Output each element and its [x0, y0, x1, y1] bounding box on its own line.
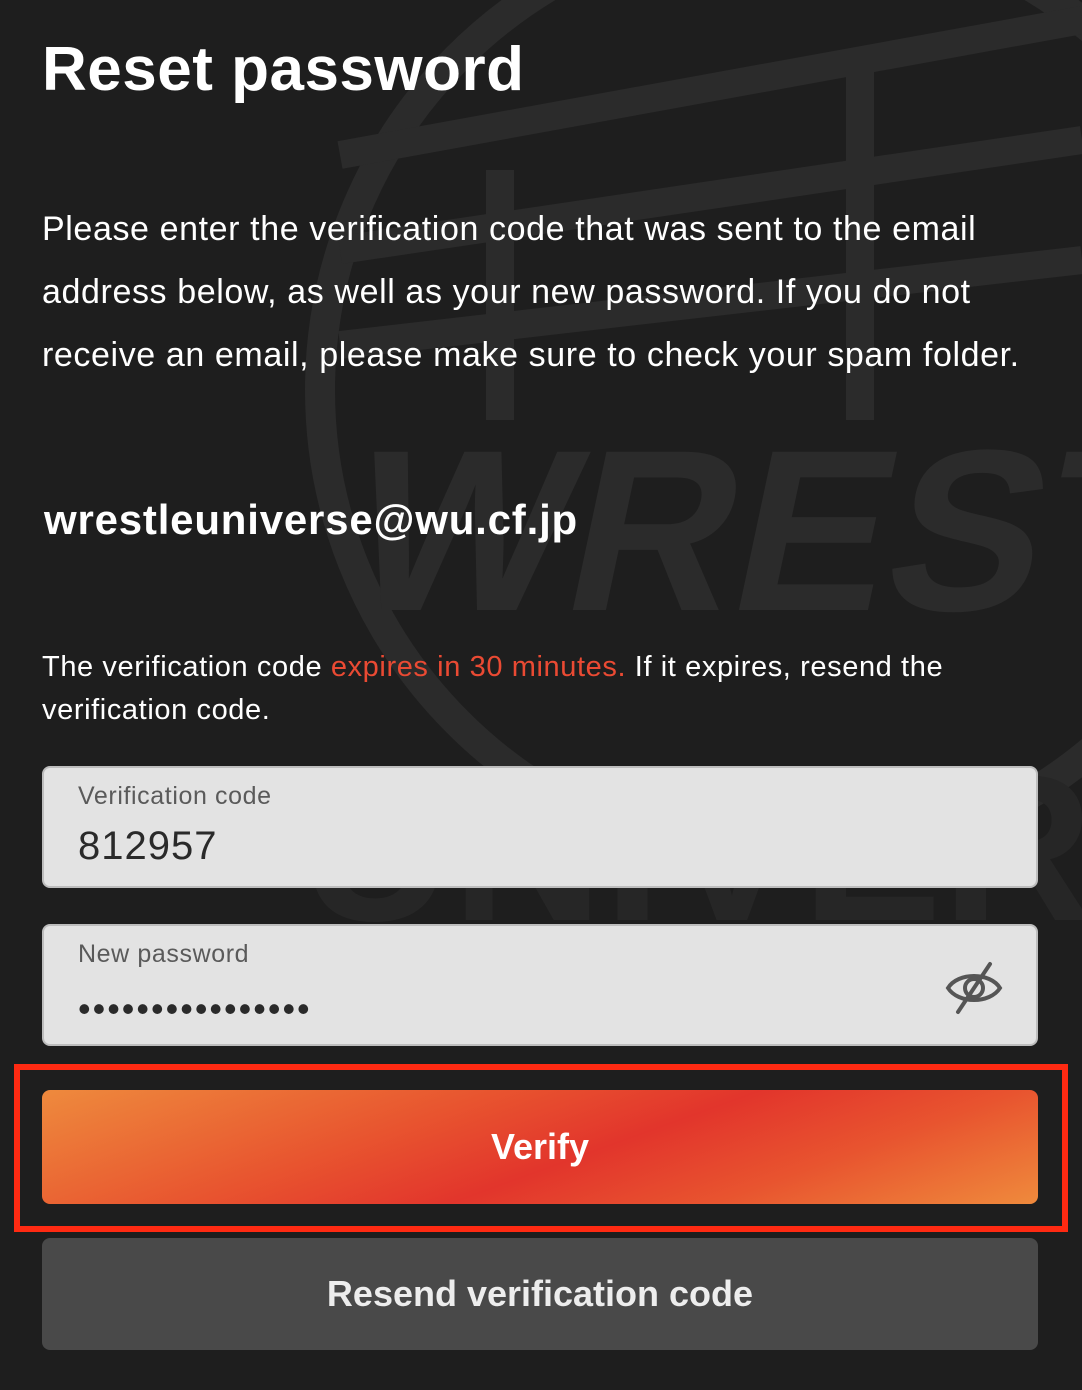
- resend-verification-code-button[interactable]: Resend verification code: [42, 1238, 1038, 1350]
- expiry-note-highlight: expires in 30 minutes.: [330, 651, 627, 683]
- instructions-text: Please enter the verification code that …: [42, 210, 1020, 374]
- email-address: wrestleuniverse@wu.cf.jp: [44, 496, 578, 543]
- new-password-label: New password: [78, 940, 250, 968]
- new-password-input[interactable]: [78, 988, 938, 1030]
- expiry-note: The verification code expires in 30 minu…: [42, 646, 1042, 732]
- verification-code-field[interactable]: Verification code: [42, 766, 1038, 888]
- expiry-note-prefix: The verification code: [42, 651, 331, 683]
- verify-button[interactable]: Verify: [42, 1090, 1038, 1204]
- new-password-field[interactable]: New password: [42, 924, 1038, 1046]
- eye-slash-icon[interactable]: [944, 960, 1004, 1016]
- reset-password-screen: Reset password Please enter the verifica…: [0, 0, 1082, 1390]
- verification-code-input[interactable]: [78, 824, 938, 869]
- page-title: Reset password: [42, 35, 525, 104]
- verification-code-label: Verification code: [78, 782, 272, 810]
